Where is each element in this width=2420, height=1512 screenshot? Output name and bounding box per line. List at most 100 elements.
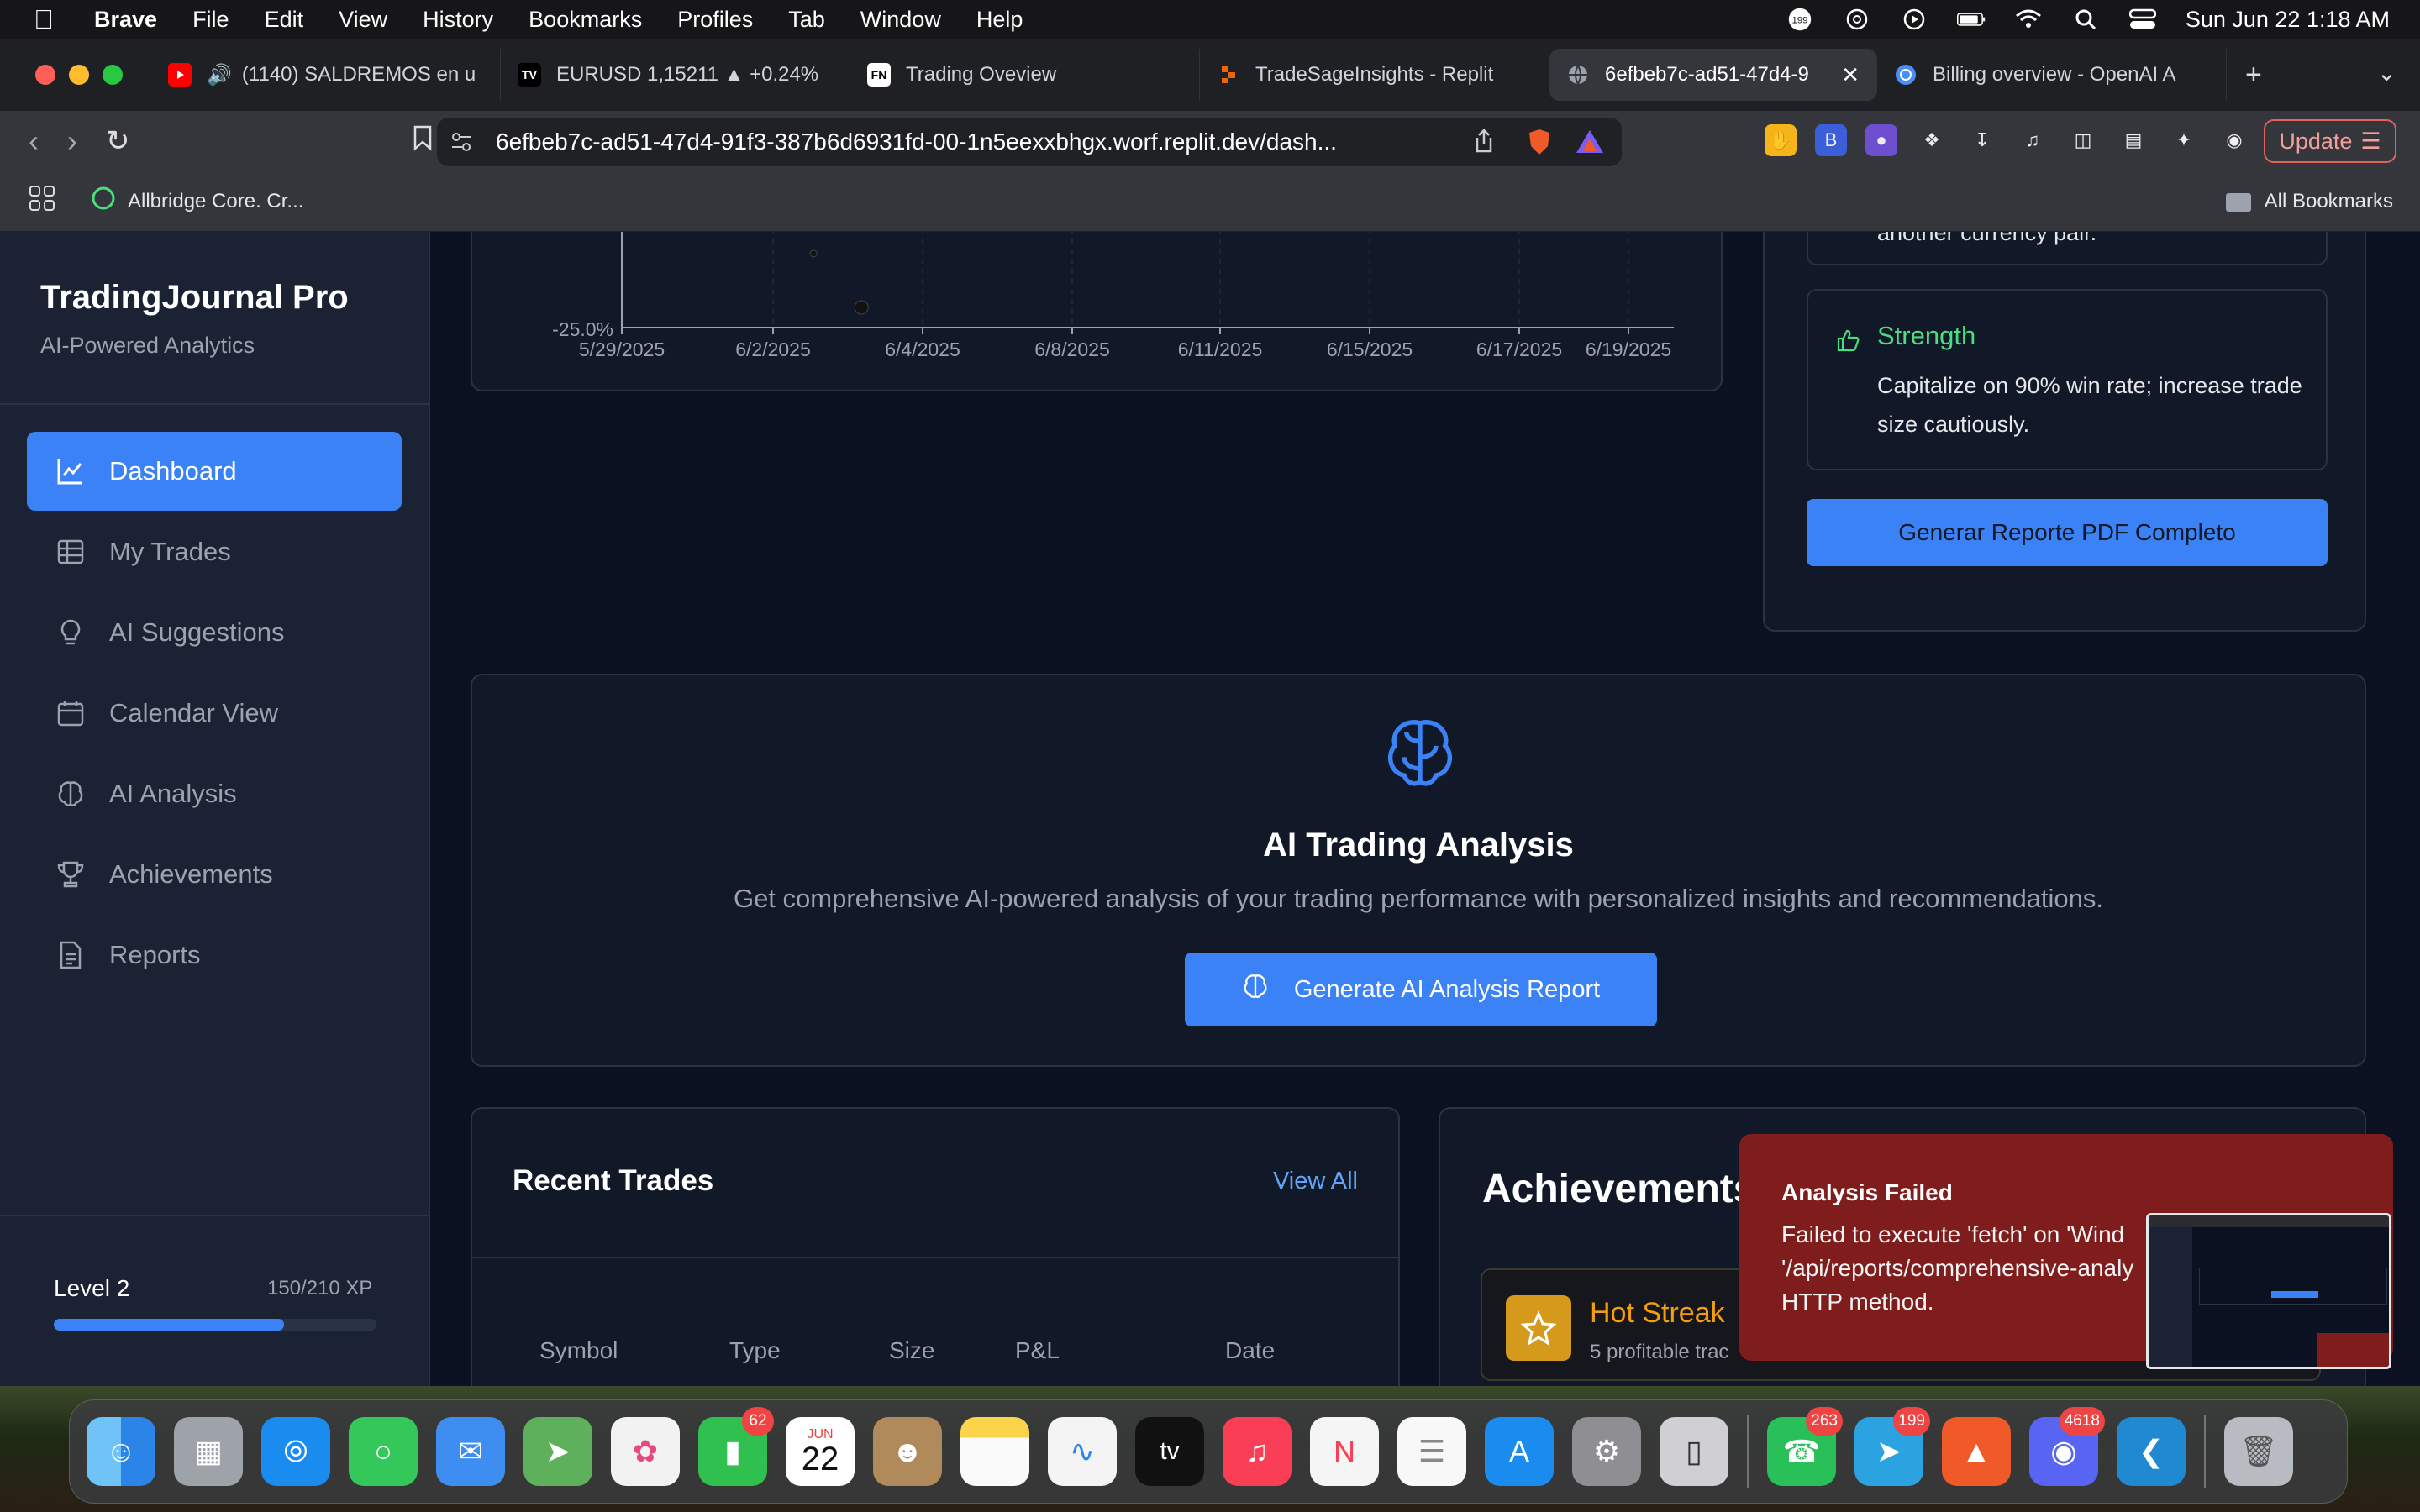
download-icon[interactable]: ↧ bbox=[1966, 124, 1998, 156]
menu-tab[interactable]: Tab bbox=[788, 7, 825, 33]
menu-file[interactable]: File bbox=[192, 7, 229, 33]
tab-trading-overview[interactable]: FN Trading Oveview bbox=[850, 49, 1200, 101]
media-music-icon[interactable]: ♫ bbox=[2017, 124, 2049, 156]
column-header-symbol[interactable]: Symbol bbox=[539, 1337, 618, 1364]
extension-hand-icon[interactable]: ✋ bbox=[1765, 124, 1797, 156]
brave-icon[interactable]: ▲ bbox=[1942, 1417, 2011, 1486]
vpn-icon[interactable]: ◉ bbox=[2218, 124, 2250, 156]
close-window-button[interactable] bbox=[35, 65, 55, 85]
facetime-icon[interactable]: ▮ 62 bbox=[698, 1407, 774, 1486]
clock[interactable]: Sun Jun 22 1:18 AM bbox=[2186, 7, 2390, 33]
column-header-pnl[interactable]: P&L bbox=[1015, 1337, 1060, 1364]
menu-history[interactable]: History bbox=[423, 7, 493, 33]
contacts-icon[interactable]: ☻ bbox=[873, 1417, 942, 1486]
news-icon[interactable]: N bbox=[1310, 1417, 1379, 1486]
sidebar-item-ai-suggestions[interactable]: AI Suggestions bbox=[27, 593, 402, 672]
apple-icon[interactable]:  bbox=[34, 4, 54, 35]
sidebar-item-calendar-view[interactable]: Calendar View bbox=[27, 674, 402, 753]
sidebar-item-dashboard[interactable]: Dashboard bbox=[27, 432, 402, 511]
mail-icon[interactable]: ✉ bbox=[436, 1417, 505, 1486]
leo-ai-icon[interactable]: ✦ bbox=[2168, 124, 2200, 156]
menu-view[interactable]: View bbox=[339, 7, 387, 33]
sidebar-item-ai-analysis[interactable]: AI Analysis bbox=[27, 754, 402, 833]
column-header-size[interactable]: Size bbox=[889, 1337, 934, 1364]
bookmark-allbridge[interactable]: Allbridge Core. Cr... bbox=[128, 190, 303, 213]
freeform-icon[interactable]: ∿ bbox=[1048, 1417, 1117, 1486]
photos-icon[interactable]: ✿ bbox=[611, 1417, 680, 1486]
telegram-icon[interactable]: ➤ 199 bbox=[1854, 1407, 1930, 1486]
battery-icon[interactable] bbox=[1956, 8, 1986, 30]
apps-grid-icon[interactable] bbox=[29, 185, 55, 218]
sidebar-item-reports[interactable]: Reports bbox=[27, 916, 402, 995]
new-tab-icon[interactable]: + bbox=[2245, 59, 2262, 92]
reminders-icon[interactable]: ☰ bbox=[1397, 1417, 1466, 1486]
play-icon[interactable] bbox=[1900, 8, 1928, 30]
menu-bookmarks[interactable]: Bookmarks bbox=[529, 7, 642, 33]
safari-icon[interactable]: ⦾ bbox=[261, 1417, 330, 1486]
appstore-icon[interactable]: A bbox=[1485, 1417, 1554, 1486]
close-tab-icon[interactable]: ✕ bbox=[1841, 62, 1860, 88]
brave-shields-icon[interactable] bbox=[1526, 128, 1553, 162]
control-center-icon[interactable] bbox=[2128, 8, 2157, 30]
site-settings-icon[interactable] bbox=[449, 129, 474, 160]
sidebar-item-label: AI Suggestions bbox=[109, 617, 285, 647]
x-tick-label: 6/8/2025 bbox=[1034, 339, 1110, 360]
view-all-link[interactable]: View All bbox=[1273, 1168, 1358, 1195]
all-bookmarks-folder[interactable]: All Bookmarks bbox=[2226, 190, 2393, 213]
settings-icon[interactable]: ⚙ bbox=[1572, 1417, 1641, 1486]
minimize-window-button[interactable] bbox=[69, 65, 89, 85]
generate-ai-analysis-button[interactable]: Generate AI Analysis Report bbox=[1185, 953, 1657, 1026]
chatgpt-icon[interactable] bbox=[1843, 8, 1871, 30]
column-header-date[interactable]: Date bbox=[1225, 1337, 1275, 1364]
maps-icon[interactable]: ➤ bbox=[523, 1417, 592, 1486]
share-icon[interactable] bbox=[1472, 128, 1496, 160]
chevron-down-icon[interactable]: ⌄ bbox=[2377, 59, 2396, 87]
menu-profiles[interactable]: Profiles bbox=[677, 7, 753, 33]
whatsapp-icon[interactable]: ☎ 263 bbox=[1767, 1407, 1843, 1486]
tab-eurusd[interactable]: TV EURUSD 1,15211 ▲ +0.24% bbox=[501, 49, 850, 101]
calendar-app-icon[interactable]: JUN 22 bbox=[786, 1417, 855, 1486]
menu-edit[interactable]: Edit bbox=[265, 7, 304, 33]
finder-icon[interactable]: ☺ bbox=[87, 1417, 155, 1486]
address-bar[interactable]: 6efbeb7c-ad51-47d4-91f3-387b6d6931fd-00-… bbox=[437, 118, 1622, 166]
tv-icon[interactable]: tv bbox=[1135, 1417, 1204, 1486]
update-button[interactable]: Update ☰ bbox=[2264, 119, 2396, 163]
sidebar-item-my-trades[interactable]: My Trades bbox=[27, 512, 402, 591]
vscode-icon[interactable]: ❮ bbox=[2117, 1417, 2186, 1486]
music-icon[interactable]: ♫ bbox=[1223, 1417, 1292, 1486]
tab-replit[interactable]: TradeSageInsights - Replit bbox=[1200, 49, 1549, 101]
tab-openai-billing[interactable]: Billing overview - OpenAI A bbox=[1877, 49, 2227, 101]
data-point[interactable] bbox=[809, 249, 818, 258]
extensions-puzzle-icon[interactable]: ❖ bbox=[1916, 124, 1948, 156]
zoom-window-button[interactable] bbox=[103, 65, 123, 85]
tab-youtube[interactable]: 🔊 (1140) SALDREMOS en u bbox=[151, 49, 501, 101]
wifi-icon[interactable] bbox=[2014, 8, 2043, 30]
wallet-icon[interactable]: ▤ bbox=[2118, 124, 2149, 156]
column-header-type[interactable]: Type bbox=[729, 1337, 781, 1364]
data-point[interactable] bbox=[854, 300, 869, 315]
tab-active-dashboard[interactable]: 6efbeb7c-ad51-47d4-9 ✕ bbox=[1549, 49, 1877, 101]
messages-icon[interactable]: ○ bbox=[349, 1417, 418, 1486]
notes-icon[interactable] bbox=[960, 1417, 1029, 1486]
menu-window[interactable]: Window bbox=[860, 7, 941, 33]
reload-icon[interactable]: ↻ bbox=[106, 124, 130, 158]
brave-rewards-icon[interactable] bbox=[1575, 128, 1605, 160]
launchpad-icon[interactable]: ▦ bbox=[174, 1417, 243, 1486]
trash-icon[interactable]: 🗑 bbox=[2224, 1417, 2293, 1486]
screenshot-thumbnail[interactable] bbox=[2146, 1213, 2391, 1369]
spotlight-search-icon[interactable] bbox=[2071, 8, 2100, 30]
notification-badge-icon[interactable]: 199 bbox=[1786, 8, 1814, 31]
bookmark-icon[interactable] bbox=[412, 124, 434, 158]
sidebar-item-achievements[interactable]: Achievements bbox=[27, 835, 402, 914]
generate-pdf-report-button[interactable]: Generar Reporte PDF Completo bbox=[1807, 499, 2328, 566]
discord-icon[interactable]: ◉ 4618 bbox=[2029, 1407, 2105, 1486]
app-menu-brave[interactable]: Brave bbox=[94, 7, 157, 33]
extension-profile-icon[interactable]: ● bbox=[1865, 124, 1897, 156]
sidebar-toggle-icon[interactable]: ◫ bbox=[2067, 124, 2099, 156]
menu-help[interactable]: Help bbox=[976, 7, 1023, 33]
iphone-mirroring-icon[interactable]: ▯ bbox=[1660, 1417, 1728, 1486]
back-icon[interactable]: ‹ bbox=[29, 123, 39, 159]
forward-icon[interactable]: › bbox=[67, 123, 77, 159]
extension-b-icon[interactable]: B bbox=[1815, 124, 1847, 156]
speaker-icon[interactable]: 🔊 bbox=[207, 63, 232, 87]
